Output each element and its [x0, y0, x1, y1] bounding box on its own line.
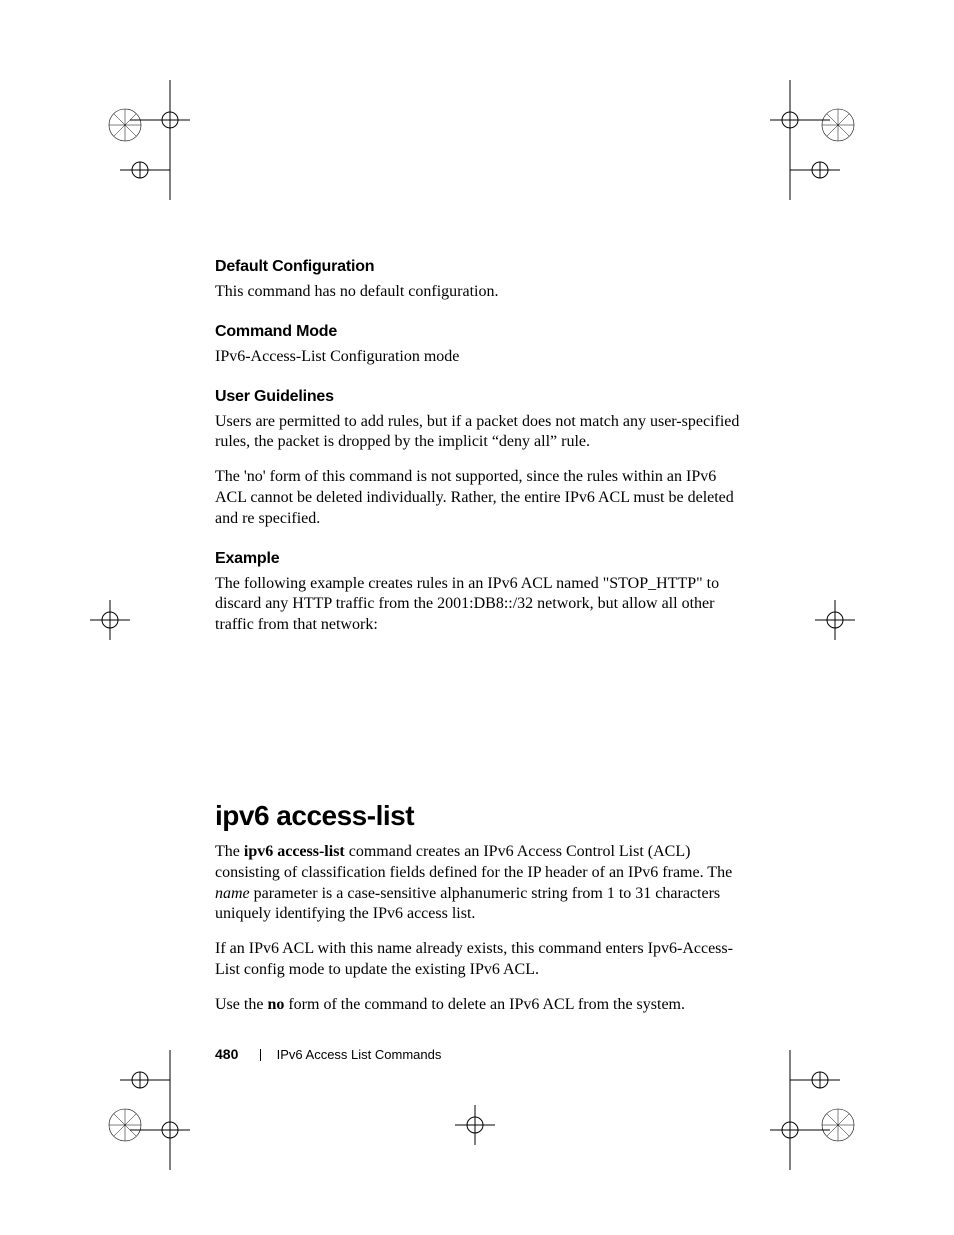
heading-default-configuration: Default Configuration	[215, 258, 740, 276]
body-text: Use the no form of the command to delete…	[215, 995, 740, 1016]
page-number: 480	[215, 1046, 238, 1062]
text-fragment: The	[215, 843, 244, 860]
crop-mark-icon	[805, 590, 865, 650]
body-text: If an IPv6 ACL with this name already ex…	[215, 939, 740, 981]
body-text: The following example creates rules in a…	[215, 574, 740, 636]
crop-mark-icon	[760, 80, 890, 200]
body-text: The ipv6 access-list command creates an …	[215, 842, 740, 925]
heading-example: Example	[215, 550, 740, 568]
parameter-name: name	[215, 885, 250, 902]
crop-mark-icon	[70, 80, 190, 200]
body-text: IPv6-Access-List Configuration mode	[215, 347, 740, 368]
page-content: Default Configuration This command has n…	[215, 258, 740, 1030]
page-footer: 480 IPv6 Access List Commands	[215, 1046, 441, 1062]
body-text: This command has no default configuratio…	[215, 282, 740, 303]
heading-command-mode: Command Mode	[215, 323, 740, 341]
footer-divider-icon	[260, 1049, 261, 1061]
heading-user-guidelines: User Guidelines	[215, 388, 740, 406]
section-title-ipv6-access-list: ipv6 access-list	[215, 800, 740, 832]
crop-mark-icon	[440, 1090, 510, 1160]
body-text: The 'no' form of this command is not sup…	[215, 467, 740, 529]
text-fragment: Use the	[215, 996, 267, 1013]
command-keyword: ipv6 access-list	[244, 843, 345, 860]
chapter-title: IPv6 Access List Commands	[277, 1047, 442, 1062]
text-fragment: parameter is a case-sensitive alphanumer…	[215, 885, 720, 923]
text-fragment: form of the command to delete an IPv6 AC…	[284, 996, 685, 1013]
crop-mark-icon	[70, 1050, 190, 1170]
body-text: Users are permitted to add rules, but if…	[215, 412, 740, 454]
crop-mark-icon	[80, 590, 140, 650]
crop-mark-icon	[760, 1050, 890, 1170]
command-keyword: no	[267, 996, 284, 1013]
